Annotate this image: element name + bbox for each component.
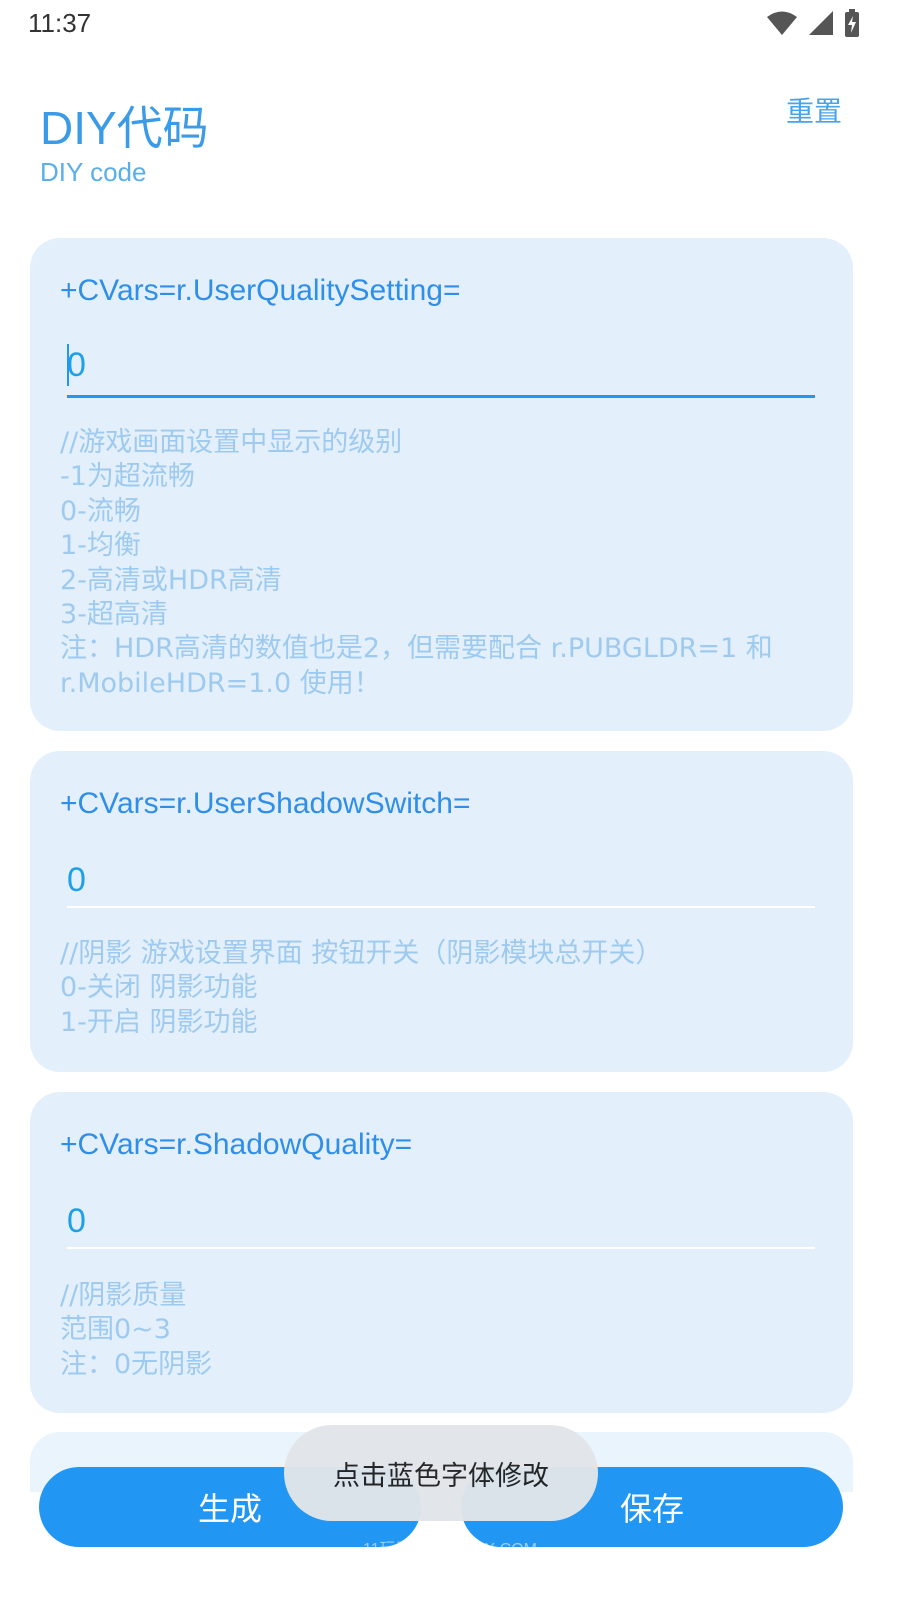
setting-key: +CVars=r.UserShadowSwitch= — [60, 787, 471, 820]
note-line: r.MobileHDR=1.0 使用！ — [60, 667, 381, 699]
input-underline — [67, 1247, 815, 1249]
note-line: //游戏画面设置中显示的级别 — [60, 427, 403, 458]
note-line: //阴影 游戏设置界面 按钮开关（阴影模块总开关） — [60, 938, 663, 969]
note-line: 1-均衡 — [60, 530, 141, 562]
note-line: 3-超高清 — [60, 599, 168, 631]
toast-message: 点击蓝色字体修改 — [284, 1425, 598, 1521]
input-underline — [67, 906, 815, 908]
setting-key: +CVars=r.UserQualitySetting= — [60, 274, 461, 307]
note-line: 2-高清或HDR高清 — [60, 564, 282, 596]
setting-note: //阴影质量 范围0~3 注：0无阴影 — [60, 1279, 835, 1382]
status-time: 11:37 — [28, 8, 92, 38]
shadow-quality-input[interactable] — [67, 1190, 815, 1252]
setting-card-shadow-quality: +CVars=r.ShadowQuality= //阴影质量 范围0~3 注：0… — [30, 1092, 853, 1413]
input-underline-focused — [67, 395, 815, 398]
status-icons — [766, 8, 860, 38]
note-line: 注：0无阴影 — [60, 1348, 213, 1380]
setting-card-user-quality: +CVars=r.UserQualitySetting= //游戏画面设置中显示… — [30, 238, 853, 731]
text-cursor — [67, 344, 69, 386]
battery-icon — [845, 9, 859, 37]
page-title: DIY代码 — [40, 102, 209, 154]
reset-button[interactable]: 重置 — [786, 90, 842, 130]
setting-card-shadow-switch: +CVars=r.UserShadowSwitch= //阴影 游戏设置界面 按… — [30, 751, 853, 1072]
setting-note: //阴影 游戏设置界面 按钮开关（阴影模块总开关） 0-关闭 阴影功能 1-开启… — [60, 937, 835, 1040]
setting-key: +CVars=r.ShadowQuality= — [60, 1128, 413, 1161]
page-subtitle: DIY code — [40, 157, 147, 187]
note-line: 注：HDR高清的数值也是2，但需要配合 r.PUBGLDR=1 和 — [60, 633, 773, 665]
wifi-icon — [767, 11, 797, 35]
note-line: -1为超流畅 — [60, 461, 195, 493]
note-line: //阴影质量 — [60, 1280, 187, 1311]
watermark: 11玩毒光 • 11WYX.COM — [363, 1541, 537, 1558]
note-line: 范围0~3 — [60, 1314, 171, 1346]
cellular-signal-icon — [809, 11, 833, 35]
shadow-switch-input[interactable] — [67, 849, 815, 911]
note-line: 0-流畅 — [60, 495, 141, 527]
status-bar: 11:37 — [0, 0, 900, 50]
setting-note: //游戏画面设置中显示的级别 -1为超流畅 0-流畅 1-均衡 2-高清或HDR… — [60, 426, 835, 701]
note-line: 0-关闭 阴影功能 — [60, 972, 258, 1004]
user-quality-input[interactable] — [67, 334, 815, 396]
note-line: 1-开启 阴影功能 — [60, 1006, 258, 1038]
